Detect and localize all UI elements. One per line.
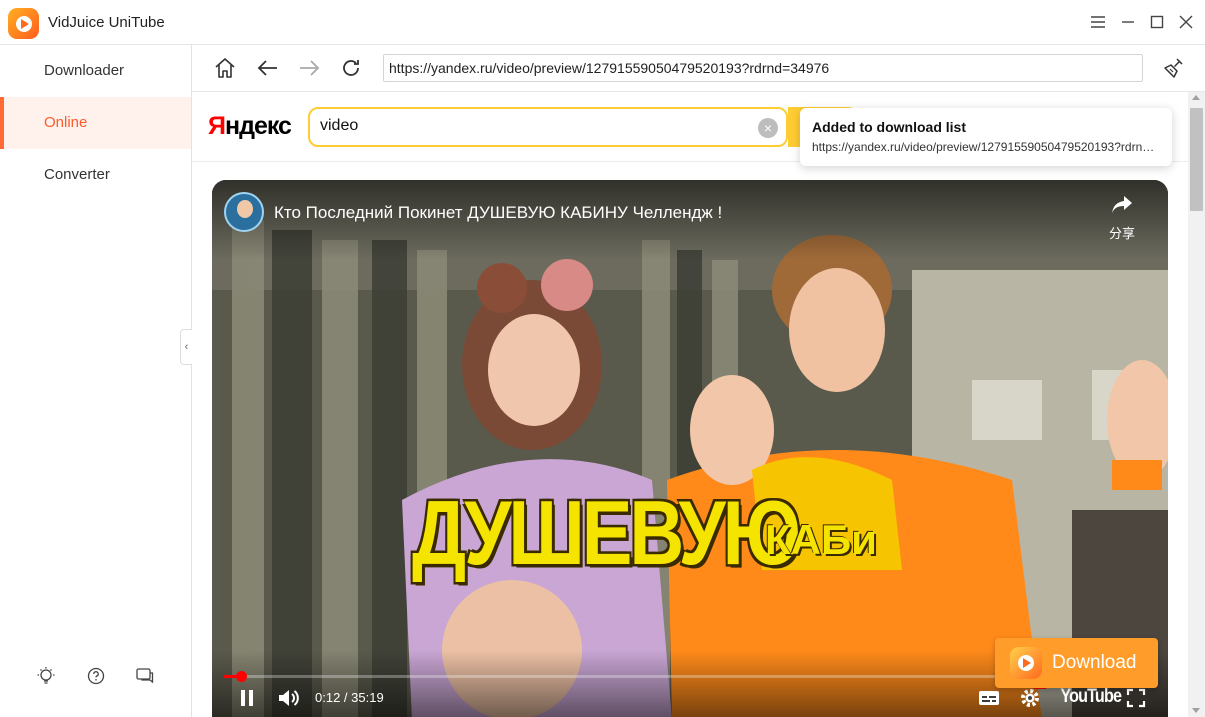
fullscreen-button[interactable] <box>1122 684 1150 712</box>
chat-icon[interactable] <box>134 665 156 687</box>
video-player[interactable]: Кто Последний Покинет ДУШЕВУЮ КАБИНУ Чел… <box>212 180 1168 717</box>
toast-title: Added to download list <box>812 119 966 135</box>
subtitles-icon <box>979 691 999 705</box>
yandex-logo-rest: ндекс <box>224 112 292 140</box>
search-input[interactable]: video <box>320 117 358 135</box>
subtitles-button[interactable] <box>976 684 1002 712</box>
sidebar-collapse-button[interactable]: ‹ <box>180 329 192 365</box>
share-icon <box>1112 196 1132 213</box>
download-button-label: Download <box>1052 652 1137 673</box>
download-toast: Added to download list https://yandex.ru… <box>800 108 1172 166</box>
pause-icon <box>241 690 253 706</box>
download-button[interactable]: Download <box>995 638 1158 688</box>
app-title: VidJuice UniTube <box>48 14 165 31</box>
yandex-logo[interactable]: Яндекс <box>208 112 292 141</box>
forward-arrow-icon[interactable] <box>296 55 322 81</box>
pause-button[interactable] <box>234 684 260 712</box>
url-input[interactable]: https://yandex.ru/video/preview/12791559… <box>383 54 1143 82</box>
fullscreen-icon <box>1126 688 1146 708</box>
scroll-down-arrow-icon[interactable] <box>1192 708 1200 713</box>
help-icon[interactable] <box>85 665 107 687</box>
title-bar: VidJuice UniTube <box>0 0 1205 45</box>
home-icon[interactable] <box>212 55 238 81</box>
menu-icon[interactable] <box>1086 10 1110 34</box>
page-scrollbar[interactable] <box>1188 92 1205 717</box>
sidebar-item-online[interactable]: Online <box>0 97 191 149</box>
browser-toolbar: https://yandex.ru/video/preview/12791559… <box>192 45 1205 92</box>
share-button[interactable]: 分享 <box>1102 194 1142 242</box>
scroll-thumb[interactable] <box>1190 108 1203 211</box>
gear-icon <box>1021 689 1039 707</box>
clear-search-icon[interactable]: × <box>758 118 778 138</box>
maximize-button[interactable] <box>1145 10 1169 34</box>
share-label: 分享 <box>1108 226 1135 241</box>
channel-avatar[interactable] <box>224 192 264 232</box>
time-display: 0:12 / 35:19 <box>315 690 384 705</box>
back-arrow-icon[interactable] <box>255 55 281 81</box>
close-button[interactable] <box>1174 10 1198 34</box>
video-caption-text: ДУШЕВУЮ <box>412 482 801 585</box>
scroll-up-arrow-icon[interactable] <box>1192 95 1200 100</box>
lightbulb-icon[interactable] <box>35 665 57 687</box>
minimize-button[interactable] <box>1116 10 1140 34</box>
sidebar-item-downloader[interactable]: Downloader <box>0 45 191 97</box>
app-logo-icon <box>8 8 39 39</box>
refresh-icon[interactable] <box>338 55 364 81</box>
volume-button[interactable] <box>275 684 303 712</box>
unitube-logo-icon <box>1010 647 1042 679</box>
progress-scrubber[interactable] <box>236 671 247 682</box>
yandex-search-box[interactable]: video × <box>308 107 788 147</box>
sidebar: Downloader Online Converter <box>0 45 192 717</box>
volume-icon <box>279 690 299 706</box>
video-caption-small-text: КАБи <box>765 516 877 563</box>
video-title[interactable]: Кто Последний Покинет ДУШЕВУЮ КАБИНУ Чел… <box>274 203 722 223</box>
sidebar-item-converter[interactable]: Converter <box>0 149 191 201</box>
yandex-logo-first: Я <box>208 112 226 140</box>
toast-url: https://yandex.ru/video/preview/12791559… <box>812 140 1160 154</box>
settings-button[interactable]: HD <box>1015 682 1048 712</box>
broom-clean-icon[interactable] <box>1161 55 1187 81</box>
web-page: Яндекс video × Added to download list ht… <box>192 92 1188 717</box>
video-frame-image <box>212 180 1168 717</box>
youtube-logo[interactable]: YouTube <box>1060 686 1122 708</box>
